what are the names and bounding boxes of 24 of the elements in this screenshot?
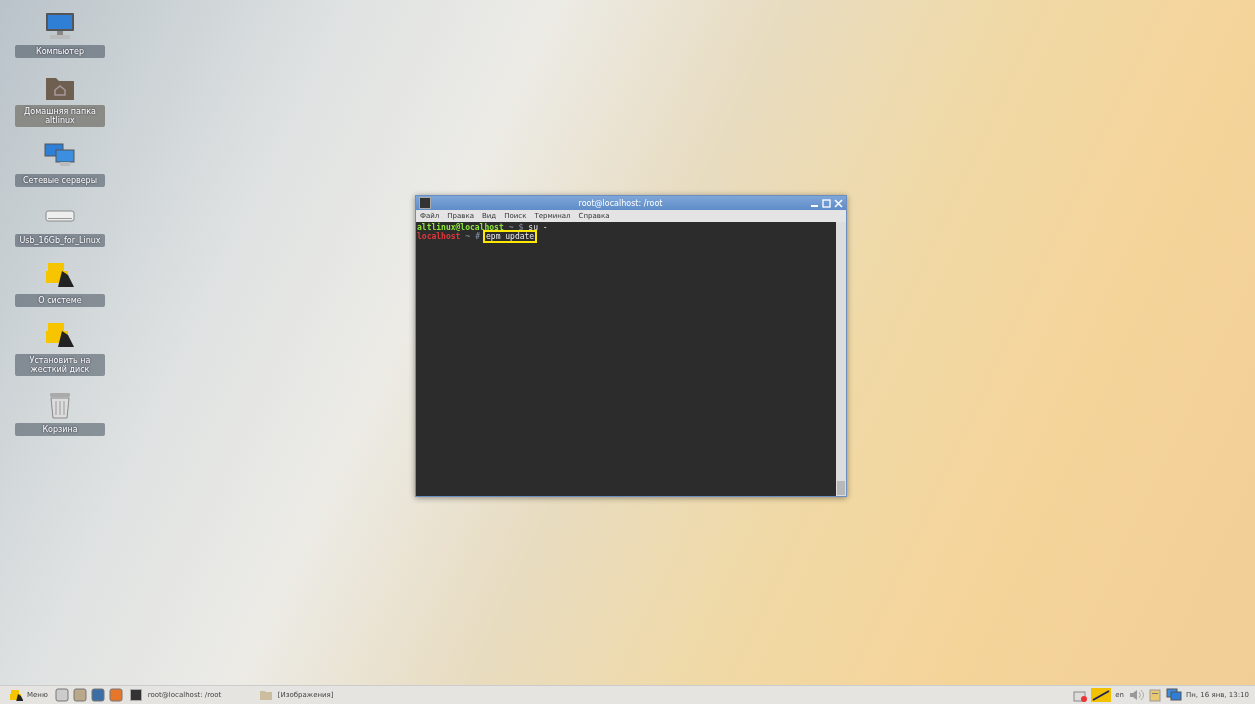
terminal-text: #: [475, 232, 480, 241]
scrollbar[interactable]: [836, 222, 846, 496]
terminal-icon: [419, 197, 431, 209]
terminal-text: $: [518, 223, 524, 232]
monitor-icon[interactable]: [44, 12, 76, 42]
desktop-icon-label[interactable]: Компьютер: [15, 45, 105, 58]
terminal-text: su -: [528, 223, 548, 232]
network-icon[interactable]: [1073, 688, 1088, 702]
maximize-icon[interactable]: [822, 198, 831, 208]
desktop-icon-label[interactable]: Сетевые серверы: [15, 174, 105, 187]
terminal-text: ~: [508, 223, 514, 232]
terminal-text: altlinux@localhost: [417, 223, 504, 232]
terminal-text: localhost: [417, 232, 461, 241]
clipboard-icon[interactable]: [1148, 688, 1163, 702]
close-icon[interactable]: [834, 198, 843, 208]
highlighted-command: epm update: [485, 232, 536, 241]
scrollbar-thumb[interactable]: [837, 481, 845, 495]
volume-icon[interactable]: [1128, 688, 1145, 702]
logo-icon: [9, 689, 23, 701]
network-computers-icon[interactable]: [1166, 688, 1183, 702]
terminal-text: ~: [465, 232, 471, 241]
terminal-icon: [129, 689, 142, 701]
window-title: root@localhost: /root: [577, 198, 664, 208]
keyboard-icon[interactable]: [1091, 688, 1112, 702]
